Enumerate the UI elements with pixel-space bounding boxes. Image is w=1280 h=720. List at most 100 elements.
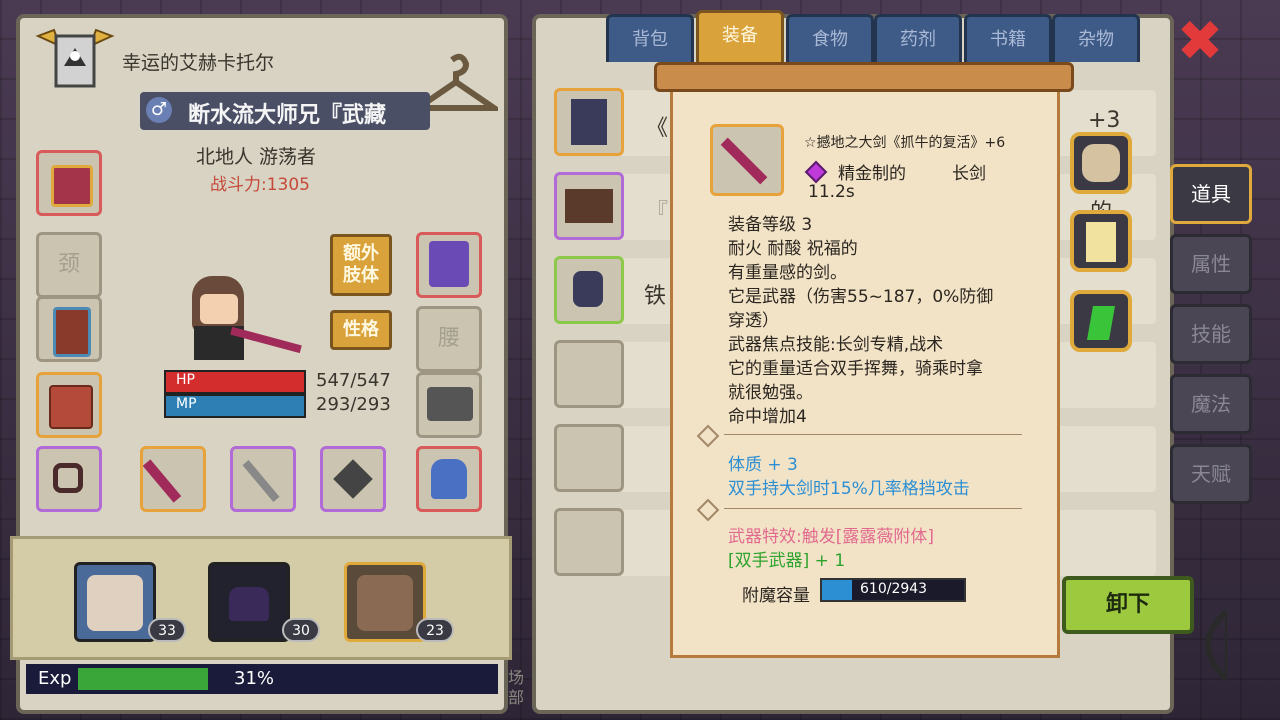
slot-waist[interactable]: 腰 <box>416 306 482 372</box>
bonus-line: 双手持大剑时15%几率格挡攻击 <box>728 479 970 499</box>
green-crystal-icon[interactable] <box>1070 290 1132 352</box>
enchant-capacity-fill <box>822 580 852 600</box>
slot-ring-1[interactable] <box>36 446 102 512</box>
desc-line: 就很勉强。 <box>728 383 813 403</box>
list-item-icon <box>554 88 624 156</box>
tab-potion[interactable]: 药剂 <box>874 14 962 62</box>
desc-line: 装备等级 3 <box>728 215 813 235</box>
race-class: 北地人 游荡者 <box>196 146 317 168</box>
divider <box>724 434 1022 435</box>
slot-head[interactable] <box>36 150 102 216</box>
slot-ring-2[interactable] <box>416 446 482 512</box>
tooltip-top-frame <box>654 62 1074 92</box>
slot-cloak[interactable] <box>36 296 102 362</box>
bow-icon[interactable] <box>1186 608 1236 682</box>
list-item-icon <box>554 172 624 240</box>
close-button[interactable]: ✖ <box>1176 14 1224 70</box>
desc-line: 武器焦点技能:长剑专精,战术 <box>728 335 944 355</box>
extra-limb-button[interactable]: 额外 肢体 <box>330 234 392 296</box>
party-member-1[interactable] <box>74 562 156 642</box>
rune-stone-icon-shape <box>1082 144 1120 182</box>
item-name: ☆撼地之大剑《抓牛的复活》+6 <box>804 135 1006 151</box>
party-member-3-portrait <box>357 575 413 631</box>
side-tab-magic[interactable]: 魔法 <box>1170 374 1252 434</box>
list-item-empty-slot <box>554 508 624 576</box>
mp-value: 293/293 <box>316 394 391 415</box>
personality-button[interactable]: 性格 <box>330 310 392 350</box>
mp-label: MP <box>176 396 197 412</box>
tab-books[interactable]: 书籍 <box>964 14 1052 62</box>
chest-helm-icon <box>51 165 93 207</box>
item-material: 精金制的 <box>838 164 906 184</box>
bottom-side-text: 场 部 <box>508 668 525 707</box>
desc-line: 命中增加4 <box>728 407 807 427</box>
party-member-3[interactable] <box>344 562 426 642</box>
desc-line: 有重量感的剑。 <box>728 263 847 283</box>
party-member-3-level: 23 <box>416 618 454 642</box>
slot-weapon-main[interactable] <box>140 446 206 512</box>
side-tab-items[interactable]: 道具 <box>1170 164 1252 224</box>
side-tab-attributes[interactable]: 属性 <box>1170 234 1252 294</box>
boots-icon <box>565 189 613 223</box>
party-member-1-portrait <box>87 575 143 631</box>
male-icon: ♂ <box>146 97 172 123</box>
slot-body[interactable] <box>36 372 102 438</box>
green-crystal-icon-shape <box>1087 306 1115 340</box>
exp-percent: 31% <box>234 668 275 689</box>
amulet-icon <box>573 271 603 307</box>
divider <box>724 508 1022 509</box>
side-tab-skills[interactable]: 技能 <box>1170 304 1252 364</box>
ring-icon <box>53 463 83 493</box>
tab-equipment[interactable]: 装备 <box>696 10 784 66</box>
unequip-button[interactable]: 卸下 <box>1062 576 1194 634</box>
tab-food[interactable]: 食物 <box>786 14 874 62</box>
mp-bar: MP <box>164 394 306 418</box>
effect-line: 武器特效:触发[露露薇附体] <box>728 527 934 547</box>
greatsword-icon <box>142 459 182 503</box>
slot-hands[interactable] <box>416 232 482 298</box>
character-title: 断水流大师兄『武藏 <box>188 103 387 128</box>
hp-label: HP <box>176 372 195 388</box>
party-member-1-level: 33 <box>148 618 186 642</box>
desc-line: 耐火 耐酸 祝福的 <box>728 239 858 259</box>
list-item-empty-slot <box>554 340 624 408</box>
gauntlet-icon <box>429 241 469 287</box>
list-item-text: 铁 <box>644 284 667 309</box>
exp-label: Exp <box>38 668 72 689</box>
effect-line: [双手武器] + 1 <box>728 551 846 571</box>
slot-neck[interactable]: 颈 <box>36 232 102 298</box>
slot-throwing[interactable] <box>320 446 386 512</box>
hp-value: 547/547 <box>316 370 391 391</box>
desc-line: 它的重量适合双手挥舞，骑乘时拿 <box>728 359 983 379</box>
desc-line: 穿透） <box>728 311 779 331</box>
character-name: 幸运的艾赫卡托尔 <box>122 52 275 74</box>
list-item-icon <box>554 256 624 324</box>
scroll-icon[interactable] <box>1070 210 1132 272</box>
slot-weapon-off[interactable] <box>230 446 296 512</box>
list-item-text: 《 <box>646 116 669 141</box>
party-member-2-level: 30 <box>282 618 320 642</box>
list-item-empty-slot <box>554 424 624 492</box>
guild-crest-icon <box>34 26 116 92</box>
exp-fill <box>78 668 208 690</box>
shuriken-icon <box>333 459 373 499</box>
tab-backpack[interactable]: 背包 <box>606 14 694 62</box>
enchant-value: 610/2943 <box>860 581 928 597</box>
rune-stone-icon[interactable] <box>1070 132 1132 194</box>
armor-icon <box>49 385 93 429</box>
desc-line: 它是武器（伤害55~187，0%防御 <box>728 287 994 307</box>
greatsword-icon <box>720 137 768 185</box>
tab-misc[interactable]: 杂物 <box>1052 14 1140 62</box>
side-tab-talents[interactable]: 天赋 <box>1170 444 1252 504</box>
party-member-2[interactable] <box>208 562 290 642</box>
slot-waist-label: 腰 <box>437 326 460 351</box>
armor-icon <box>571 99 607 145</box>
enchant-label: 附魔容量 <box>742 586 810 606</box>
slot-neck-label: 颈 <box>57 252 80 277</box>
list-item-enhance: +3 <box>1088 108 1121 133</box>
sword-icon <box>242 460 280 502</box>
item-speed: 11.2s <box>808 182 855 202</box>
slot-feet[interactable] <box>416 372 482 438</box>
character-sprite <box>170 276 302 366</box>
combat-power: 战斗力:1305 <box>210 175 310 195</box>
